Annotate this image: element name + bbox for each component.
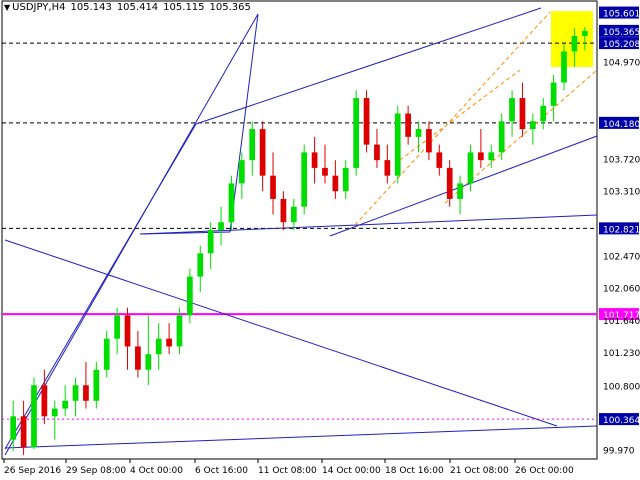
x-tick-label: 18 Oct 16:00 (385, 466, 444, 476)
candle-body (270, 175, 276, 199)
candle-body (363, 98, 370, 145)
y-tick-label: 104.970 (603, 59, 640, 69)
candle-body (238, 160, 245, 184)
candle-body (342, 167, 349, 192)
candle-body (41, 385, 48, 417)
candle-body (540, 105, 547, 122)
candle-body (394, 113, 401, 176)
candle-body (581, 30, 588, 36)
candle-body (561, 51, 567, 83)
x-tick-label: 14 Oct 00:00 (322, 466, 381, 476)
y-tick-label: 104.180 (603, 120, 640, 130)
candle-body (197, 253, 204, 277)
y-tick-label: 101.640 (603, 317, 640, 327)
candle-body (498, 121, 505, 153)
x-tick-label: 29 Sep 08:00 (66, 466, 126, 476)
candle-body (93, 369, 100, 401)
candle-body (550, 82, 557, 106)
candle-body (415, 129, 422, 137)
plot-frame (1, 0, 598, 460)
candle-body (457, 183, 463, 199)
candle-body (353, 98, 360, 168)
candle-body (332, 175, 339, 192)
candle-body (571, 35, 578, 52)
candle-body (519, 98, 526, 130)
y-tick-label: 102.821 (603, 225, 640, 235)
candle-body (207, 230, 214, 254)
x-tick-label: 26 Sep 2016 (4, 466, 61, 476)
y-tick-label: 105.601 (603, 10, 640, 20)
candle-body (249, 129, 256, 161)
candle-body (446, 167, 453, 199)
candle-body (31, 385, 37, 448)
candle-body (488, 152, 495, 161)
candle-body (228, 183, 235, 223)
candle-body (436, 152, 443, 168)
price-chart[interactable]: 105.601 105.365 105.208 104.970 104.180 103.7… (0, 0, 640, 480)
candle-body (10, 416, 17, 440)
x-tick-label: 21 Oct 08:00 (450, 466, 509, 476)
candle-body (478, 152, 484, 161)
candle-body (103, 338, 110, 370)
candle-body (290, 206, 297, 223)
candle-body (384, 160, 391, 176)
candle-body (114, 315, 120, 339)
y-tick-label: 105.365 (603, 28, 640, 38)
candle-body (135, 346, 141, 370)
candle-body (405, 113, 411, 137)
y-tick-label: 103.720 (603, 156, 640, 166)
y-tick-label: 102.060 (603, 284, 640, 294)
candle-body (72, 385, 79, 401)
y-tick-label: 100.364 (603, 416, 640, 426)
candle-body (311, 152, 318, 168)
x-tick-label: 4 Oct 00:00 (130, 466, 183, 476)
candle-body (51, 408, 58, 417)
x-tick-label: 6 Oct 16:00 (195, 466, 248, 476)
candle-body (259, 129, 266, 176)
candle-body (218, 222, 224, 230)
y-tick-label: 105.208 (603, 40, 640, 50)
y-tick-label: 103.310 (603, 187, 640, 197)
candle-body (62, 400, 69, 409)
y-tick-label: 101.230 (603, 349, 640, 359)
candle-body (374, 144, 380, 161)
candle-body (187, 276, 193, 316)
x-tick-label: 26 Oct 00:00 (515, 466, 574, 476)
candle-body (176, 315, 183, 347)
candle-body (155, 338, 162, 355)
candle-body (467, 152, 474, 184)
candle-body (509, 98, 515, 122)
candle-body (280, 198, 287, 223)
candle-body (124, 315, 131, 347)
candle-body (145, 354, 152, 370)
y-tick-label: 102.470 (603, 253, 640, 263)
candle-body (529, 121, 536, 130)
candle-body (426, 129, 432, 153)
x-tick-label: 11 Oct 08:00 (258, 466, 317, 476)
candle-body (83, 385, 89, 401)
y-tick-label: 100.800 (603, 382, 640, 392)
candle-body (20, 416, 27, 448)
candle-body (166, 338, 172, 347)
trend-line (4, 425, 598, 449)
candle-body (301, 152, 308, 207)
y-tick-label: 99.970 (603, 447, 635, 457)
candle-body (322, 167, 328, 176)
chart-window: ▼ USDJPY,H4 105.143 105.414 105.115 105.365 1… (0, 0, 640, 480)
